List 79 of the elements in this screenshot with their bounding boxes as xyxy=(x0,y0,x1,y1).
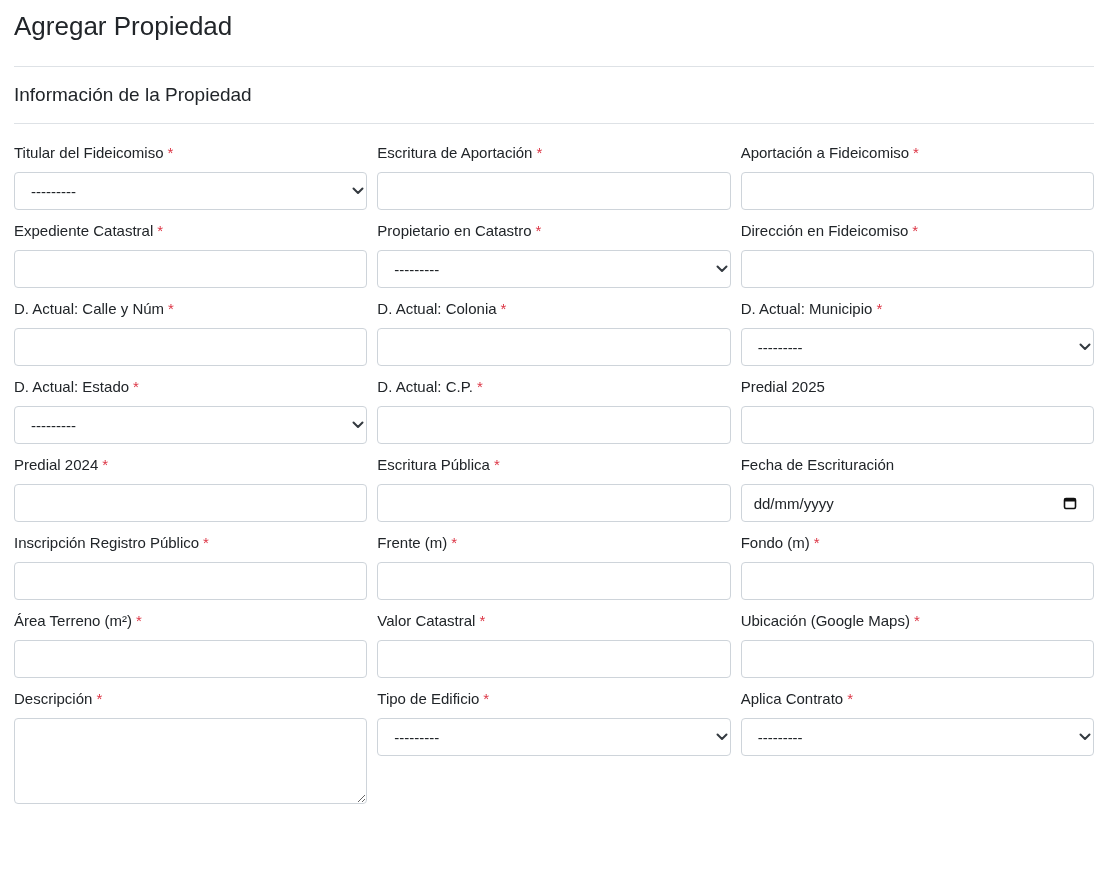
select-field[interactable]: --------- xyxy=(377,250,731,288)
text-field[interactable] xyxy=(14,484,368,522)
chevron-icon xyxy=(1079,733,1091,741)
field-label: Aplica Contrato xyxy=(740,689,844,707)
field-label: Dirección en Fideicomiso xyxy=(740,221,909,239)
required-mark: * xyxy=(167,143,174,161)
select-field[interactable]: --------- xyxy=(377,718,731,756)
field-label: Tipo de Edificio xyxy=(377,689,480,707)
field-label: Fecha de Escrituración xyxy=(740,455,895,473)
text-field[interactable] xyxy=(14,562,368,600)
required-mark: * xyxy=(96,689,103,707)
chevron-icon xyxy=(352,187,365,195)
textarea-field[interactable] xyxy=(14,718,368,804)
field-label: Ubicación (Google Maps) xyxy=(740,611,910,629)
field-label: Expediente Catastral xyxy=(14,221,154,239)
field-label: D. Actual: Municipio xyxy=(740,299,873,317)
field-label: Inscripción Registro Público xyxy=(14,533,200,551)
field-label: Aportación a Fideicomiso xyxy=(740,143,910,161)
field-label: D. Actual: C.P. xyxy=(377,377,473,395)
text-field[interactable] xyxy=(377,484,731,522)
field-label: Escritura Pública xyxy=(377,455,490,473)
required-mark: * xyxy=(500,299,507,317)
field-label: Escritura de Aportación xyxy=(377,143,533,161)
chevron-icon xyxy=(715,733,728,741)
required-mark: * xyxy=(133,377,139,395)
page-title: Agregar Propiedad xyxy=(14,10,234,43)
required-mark: * xyxy=(476,377,483,395)
required-mark: * xyxy=(157,221,164,239)
required-mark: * xyxy=(136,611,142,629)
required-mark: * xyxy=(493,455,500,473)
required-mark: * xyxy=(536,143,543,161)
required-mark: * xyxy=(168,299,174,317)
required-mark: * xyxy=(876,299,883,317)
text-field[interactable] xyxy=(14,328,368,366)
field-label: D. Actual: Estado xyxy=(14,377,130,395)
section-title: Información de la Propiedad xyxy=(14,83,253,107)
chevron-icon xyxy=(352,421,365,429)
chevron-icon xyxy=(1079,343,1091,351)
date-field[interactable]: dd/mm/yyyy xyxy=(740,484,1094,522)
select-field[interactable]: --------- xyxy=(740,328,1094,366)
text-field[interactable] xyxy=(377,406,731,444)
field-label: Área Terreno (m²) xyxy=(14,611,133,629)
calendar-icon[interactable] xyxy=(1063,496,1077,510)
field-label: D. Actual: Calle y Núm xyxy=(14,299,165,317)
select-field[interactable]: --------- xyxy=(14,172,368,210)
select-field[interactable]: --------- xyxy=(14,406,368,444)
required-mark: * xyxy=(813,533,820,551)
text-field[interactable] xyxy=(740,172,1094,210)
required-mark: * xyxy=(913,143,919,161)
required-mark: * xyxy=(913,611,920,629)
text-field[interactable] xyxy=(740,406,1094,444)
required-mark: * xyxy=(483,689,490,707)
field-label: Frente (m) xyxy=(377,533,448,551)
required-mark: * xyxy=(535,221,542,239)
text-field[interactable] xyxy=(377,172,731,210)
text-field[interactable] xyxy=(377,562,731,600)
text-field[interactable] xyxy=(14,640,368,678)
text-field[interactable] xyxy=(377,640,731,678)
required-mark: * xyxy=(203,533,209,551)
required-mark: * xyxy=(847,689,854,707)
field-label: Propietario en Catastro xyxy=(377,221,532,239)
field-label: Valor Catastral xyxy=(377,611,476,629)
text-field[interactable] xyxy=(740,562,1094,600)
text-field[interactable] xyxy=(377,328,731,366)
required-mark: * xyxy=(451,533,458,551)
field-label: Predial 2025 xyxy=(740,377,825,395)
text-field[interactable] xyxy=(14,250,368,288)
text-field[interactable] xyxy=(740,640,1094,678)
field-label: Titular del Fideicomiso xyxy=(14,143,164,161)
text-field[interactable] xyxy=(740,250,1094,288)
required-mark: * xyxy=(479,611,486,629)
required-mark: * xyxy=(912,221,919,239)
field-label: Descripción xyxy=(14,689,93,707)
select-field[interactable]: --------- xyxy=(740,718,1094,756)
required-mark: * xyxy=(102,455,109,473)
field-label: Fondo (m) xyxy=(740,533,810,551)
chevron-icon xyxy=(715,265,728,273)
field-label: D. Actual: Colonia xyxy=(377,299,497,317)
field-label: Predial 2024 xyxy=(14,455,99,473)
